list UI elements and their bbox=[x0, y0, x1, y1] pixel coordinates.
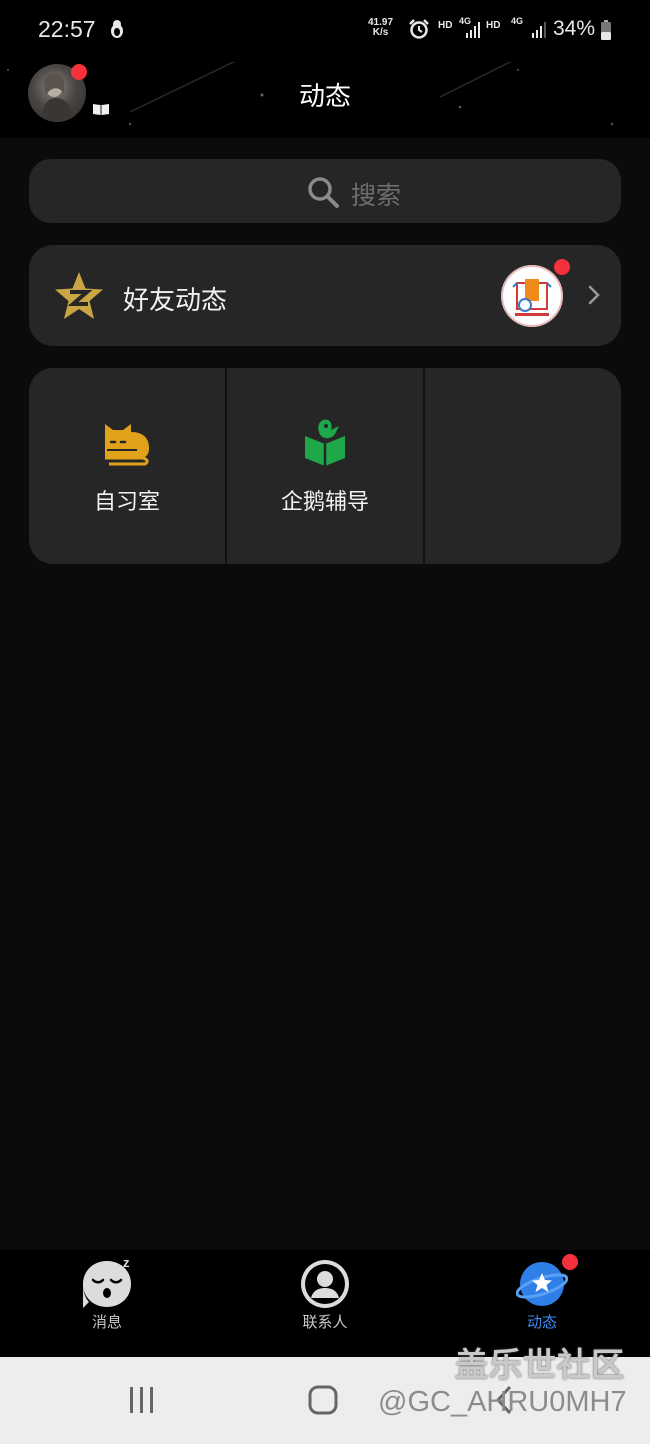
recent-apps-icon[interactable] bbox=[126, 1383, 158, 1417]
search-placeholder: 搜索 bbox=[351, 181, 402, 210]
battery-icon bbox=[601, 20, 611, 40]
page-title: 动态 bbox=[298, 82, 351, 112]
network-speed: 41.97 K/s bbox=[368, 18, 393, 38]
watermark-site: 盖乐世社区 bbox=[455, 1345, 625, 1384]
battery-level: 34% bbox=[553, 17, 596, 40]
sim1-hd-label: HD bbox=[438, 20, 453, 31]
planet-star-icon bbox=[516, 1262, 568, 1306]
network-speed-unit: K/s bbox=[372, 27, 389, 38]
apps-grid: 自习室 企鹅辅导 bbox=[29, 368, 621, 564]
sim2-net-label: 4G bbox=[511, 16, 524, 26]
app-label: 企鹅辅导 bbox=[280, 490, 369, 515]
top-header: 动态 bbox=[0, 62, 650, 138]
home-icon[interactable] bbox=[306, 1383, 340, 1417]
chevron-right-icon bbox=[588, 285, 600, 305]
notification-badge bbox=[554, 259, 570, 275]
status-bar: 22:57 41.97 K/s HD 4G HD 4G 34% bbox=[0, 0, 650, 62]
signal-bars-icon bbox=[532, 22, 546, 38]
friends-feed-card[interactable]: 好友动态 bbox=[29, 245, 621, 346]
penguin-notification-icon bbox=[111, 20, 123, 38]
tab-contacts[interactable]: 联系人 bbox=[255, 1250, 395, 1357]
tab-label: 联系人 bbox=[302, 1313, 348, 1331]
notification-badge bbox=[562, 1254, 578, 1270]
friend-avatar bbox=[501, 265, 563, 327]
penguin-book-icon bbox=[305, 419, 345, 466]
tab-label: 动态 bbox=[526, 1313, 557, 1331]
tab-label: 消息 bbox=[91, 1313, 122, 1331]
search-icon bbox=[308, 177, 339, 208]
search-bar[interactable]: 搜索 bbox=[29, 159, 621, 223]
tab-messages[interactable]: z 消息 bbox=[37, 1250, 177, 1357]
app-study-room[interactable]: 自习室 bbox=[29, 368, 225, 564]
person-icon bbox=[301, 1260, 349, 1308]
status-time: 22:57 bbox=[38, 16, 96, 42]
cat-icon bbox=[105, 424, 149, 466]
alarm-icon bbox=[409, 19, 429, 39]
friends-feed-label: 好友动态 bbox=[123, 286, 228, 316]
qzone-star-icon bbox=[55, 272, 103, 319]
friend-logo-image bbox=[501, 265, 563, 327]
app-label: 自习室 bbox=[93, 490, 160, 515]
app-empty-slot bbox=[425, 368, 621, 564]
watermark-handle: @GC_AHRU0MH7 bbox=[378, 1386, 627, 1418]
sleep-z-mark: z bbox=[123, 1255, 130, 1270]
app-penguin-tutoring[interactable]: 企鹅辅导 bbox=[227, 368, 423, 564]
signal-bars-icon bbox=[466, 22, 480, 38]
sim2-hd-label: HD bbox=[486, 20, 501, 31]
